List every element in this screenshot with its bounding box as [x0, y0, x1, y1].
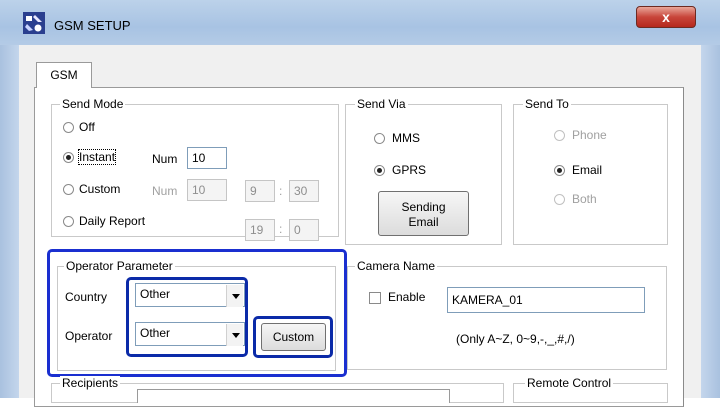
radio-instant[interactable] [63, 152, 74, 163]
app-icon [23, 12, 45, 34]
radio-both[interactable] [554, 194, 565, 205]
enable-checkbox[interactable] [369, 292, 381, 304]
custom-hour-input[interactable]: 9 [245, 180, 275, 202]
label-email: Email [572, 163, 603, 177]
label-off: Off [79, 120, 95, 134]
radio-custom[interactable] [63, 184, 74, 195]
enable-label: Enable [388, 290, 426, 304]
custom-minute-input[interactable]: 30 [289, 180, 319, 202]
highlight-country-operator-selects [126, 277, 248, 357]
radio-mms[interactable] [374, 133, 385, 144]
camera-name-legend: Camera Name [355, 259, 438, 273]
label-gprs: GPRS [392, 163, 427, 177]
recipients-legend: Recipients [60, 376, 121, 390]
label-daily-report: Daily Report [79, 214, 146, 228]
sending-email-button[interactable]: Sending Email [378, 191, 469, 236]
instant-num-input[interactable]: 10 [187, 147, 227, 169]
camera-name-group [347, 266, 667, 370]
tab-gsm[interactable]: GSM [36, 62, 92, 88]
label-phone: Phone [572, 128, 607, 142]
camera-name-hint: (Only A~Z, 0~9,-,_,#,/) [456, 332, 575, 346]
instant-num-label: Num [152, 152, 178, 166]
remote-control-legend: Remote Control [525, 376, 614, 390]
label-instant: Instant [77, 149, 117, 165]
label-custom: Custom [79, 182, 121, 196]
close-button[interactable]: x [636, 6, 696, 28]
sending-email-line2: Email [408, 215, 439, 229]
custom-num-input[interactable]: 10 [187, 179, 227, 201]
window-title: GSM SETUP [54, 18, 131, 33]
custom-time-separator: : [279, 184, 283, 198]
radio-daily-report[interactable] [63, 216, 74, 227]
label-mms: MMS [392, 131, 420, 145]
highlight-custom-button [253, 316, 333, 358]
window-frame-left [0, 45, 19, 398]
sending-email-line1: Sending [401, 200, 446, 214]
camera-name-input[interactable]: KAMERA_01 [447, 287, 645, 313]
radio-off[interactable] [63, 122, 74, 133]
radio-email[interactable] [554, 165, 565, 176]
custom-num-label: Num [152, 184, 178, 198]
label-both: Both [572, 192, 597, 206]
window-frame-right [701, 45, 720, 398]
daily-minute-input[interactable]: 0 [289, 219, 319, 241]
radio-phone[interactable] [554, 130, 565, 141]
send-to-legend: Send To [523, 97, 571, 111]
recipients-list[interactable] [137, 389, 450, 403]
daily-hour-input[interactable]: 19 [245, 219, 275, 241]
send-mode-legend: Send Mode [60, 97, 126, 111]
daily-time-separator: : [279, 222, 283, 236]
radio-gprs[interactable] [374, 165, 385, 176]
send-via-legend: Send Via [355, 97, 408, 111]
